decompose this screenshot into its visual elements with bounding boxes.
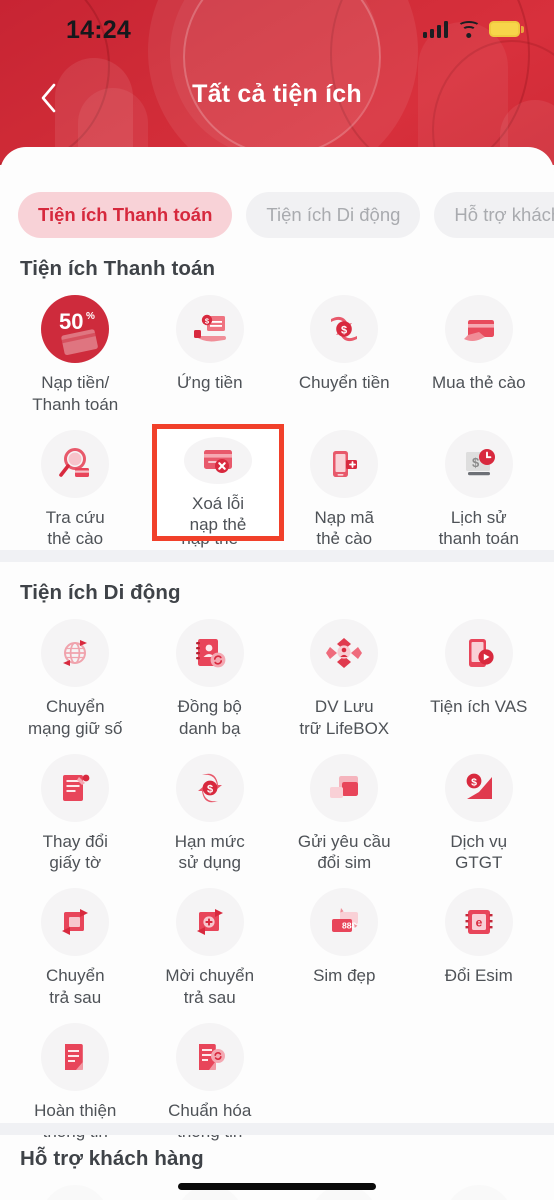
promo-50-percent-card-icon: 50 %: [41, 295, 110, 363]
utility-dv-luu-tru-lifebox[interactable]: DV Lưu trữ LifeBOX: [277, 605, 412, 740]
app-header: 14:24 Tất cả tiện ích: [0, 0, 554, 165]
tab-bar: Tiện ích Thanh toán Tiện ích Di động Hỗ …: [0, 192, 554, 238]
phone-play-vas-icon: [444, 619, 513, 687]
app-screen: 14:24 Tất cả tiện ích Tiện ích Thanh toá…: [0, 0, 554, 1200]
content-card: Tiện ích Thanh toán Tiện ích Di động Hỗ …: [0, 147, 554, 1200]
utility-tien-ich-vas[interactable]: Tiện ích VAS: [412, 605, 547, 740]
section-divider: [0, 1123, 554, 1135]
hand-holding-invoice-icon: $: [175, 295, 244, 363]
utility-dich-vu-gtgt[interactable]: $ Dịch vụ GTGT: [412, 740, 547, 875]
phone-topup-code-icon: [310, 429, 379, 498]
utility-label: Chuyển mạng giữ số: [27, 697, 123, 738]
utility-gui-yeu-cau-doi-sim[interactable]: Gửi yêu cầu đổi sim: [277, 740, 412, 875]
support-icon: [444, 1185, 513, 1200]
section-title: Tiện ích Thanh toán: [20, 257, 216, 280]
utility-label: Đổi Esim: [444, 966, 513, 985]
utility-label: Thay đổi giấy tờ: [42, 831, 108, 873]
page-title: Tất cả tiện ích: [192, 80, 362, 108]
svg-text:e: e: [475, 916, 482, 930]
utility-label: Nạp mã thẻ cào: [314, 507, 375, 549]
svg-text:$: $: [472, 455, 480, 470]
value-added-service-icon: $: [444, 753, 513, 822]
usage-limit-money-icon: $: [175, 753, 244, 822]
utility-label: Sim đẹp: [313, 966, 376, 985]
payment-history-clock-icon: $: [444, 429, 513, 498]
globe-port-number-icon: [41, 619, 110, 687]
selected-utility-xoa-loi-nap-the[interactable]: Xoá lỗi nạp thẻ: [157, 429, 279, 536]
tab-customer-support[interactable]: Hỗ trợ khách: [434, 192, 554, 238]
standardize-info-doc-icon: [175, 1022, 244, 1091]
invite-postpaid-icon: [175, 888, 244, 956]
section-mobile-utilities: Tiện ích Di động Chuyển mạng giữ số Đồng…: [0, 581, 554, 1143]
battery-icon: [489, 21, 524, 37]
svg-text:50: 50: [59, 309, 83, 334]
utility-doi-esim[interactable]: e Đổi Esim: [412, 874, 547, 1009]
utility-label: DV Lưu trữ LifeBOX: [299, 697, 390, 738]
utility-label: Chuẩn hóa thông tin: [168, 1100, 252, 1142]
utility-label: Đồng bộ danh bạ: [177, 697, 242, 738]
utility-tra-cuu-the-cao[interactable]: Tra cứu thẻ cào: [8, 416, 143, 551]
utility-partial[interactable]: [412, 1171, 547, 1200]
utility-han-muc-su-dung[interactable]: $ Hạn mức sử dụng: [143, 740, 278, 875]
utility-label: Mời chuyển trả sau: [165, 966, 255, 1007]
utility-chuyen-mang-giu-so[interactable]: Chuyển mạng giữ số: [8, 605, 143, 740]
document-edit-icon: [41, 753, 110, 822]
svg-text:$: $: [207, 783, 213, 795]
cloud-storage-lifebox-icon: [310, 619, 379, 687]
utility-thay-doi-giay-to[interactable]: Thay đổi giấy tờ: [8, 740, 143, 875]
contacts-sync-icon: [175, 619, 244, 687]
support-icon: [41, 1185, 110, 1200]
utility-label: Chuyển trả sau: [45, 966, 105, 1007]
section-divider: [0, 550, 554, 562]
svg-text:$: $: [341, 325, 347, 337]
utility-label: Tra cứu thẻ cào: [45, 507, 105, 549]
utility-label: Ứng tiền: [176, 373, 243, 392]
svg-text:%: %: [86, 311, 95, 322]
search-scratch-card-icon: [41, 429, 110, 498]
utility-label: Hoàn thiện thông tin: [34, 1100, 117, 1142]
switch-postpaid-icon: [41, 888, 110, 956]
home-indicator: [178, 1183, 376, 1190]
section-customer-support: Hỗ trợ khách hàng: [0, 1147, 554, 1200]
section-title: Tiện ích Di động: [20, 581, 181, 604]
complete-info-doc-icon: [41, 1022, 110, 1091]
tab-payment-utilities[interactable]: Tiện ích Thanh toán: [18, 192, 233, 238]
utility-dong-bo-danh-ba[interactable]: Đồng bộ danh bạ: [143, 605, 278, 740]
utility-label: Tiện ích VAS: [430, 697, 528, 716]
utility-label: Gửi yêu cầu đổi sim: [297, 831, 391, 873]
lucky-sim-888-icon: 888: [310, 888, 379, 956]
section-title: Hỗ trợ khách hàng: [20, 1147, 204, 1170]
utility-label: Xoá lỗi nạp thẻ: [189, 493, 247, 535]
utility-label: Dịch vụ GTGT: [450, 831, 508, 873]
utility-grid: Chuyển mạng giữ số Đồng bộ danh bạ DV Lư…: [0, 605, 554, 1143]
utility-partial[interactable]: [8, 1171, 143, 1200]
tab-mobile-utilities[interactable]: Tiện ích Di động: [246, 192, 421, 238]
svg-text:$: $: [471, 776, 477, 788]
utility-nap-ma-the-cao[interactable]: Nạp mã thẻ cào: [277, 416, 412, 551]
card-error-delete-icon: [184, 437, 252, 484]
signal-bars-icon: [422, 20, 448, 38]
utility-chuyen-tien[interactable]: $ Chuyển tiền: [277, 281, 412, 416]
utility-label: Hạn mức sử dụng: [174, 831, 245, 873]
utility-sim-dep[interactable]: 888 Sim đẹp: [277, 874, 412, 1009]
utility-label: Mua thẻ cào: [431, 373, 526, 392]
utility-nap-tien-thanh-toan[interactable]: 50 % Nạp tiền/ Thanh toán: [8, 281, 143, 416]
utility-moi-chuyen-tra-sau[interactable]: Mời chuyển trả sau: [143, 874, 278, 1009]
utility-label: Nạp tiền/ Thanh toán: [32, 373, 119, 414]
utility-chuyen-tra-sau[interactable]: Chuyển trả sau: [8, 874, 143, 1009]
esim-swap-icon: e: [444, 888, 513, 956]
utility-ung-tien[interactable]: $ Ứng tiền: [143, 281, 278, 416]
money-transfer-arrows-icon: $: [310, 295, 379, 363]
utility-mua-the-cao[interactable]: Mua thẻ cào: [412, 281, 547, 416]
utility-label: Chuyển tiền: [298, 373, 390, 392]
status-bar-clock: 14:24: [66, 16, 131, 44]
utility-label: Lịch sử thanh toán: [438, 507, 519, 549]
buy-scratch-card-icon: [444, 295, 513, 363]
wifi-icon: [457, 20, 480, 38]
status-bar-icons: [422, 20, 524, 38]
sim-swap-request-icon: [310, 753, 379, 822]
utility-lich-su-thanh-toan[interactable]: $ Lịch sử thanh toán: [412, 416, 547, 551]
